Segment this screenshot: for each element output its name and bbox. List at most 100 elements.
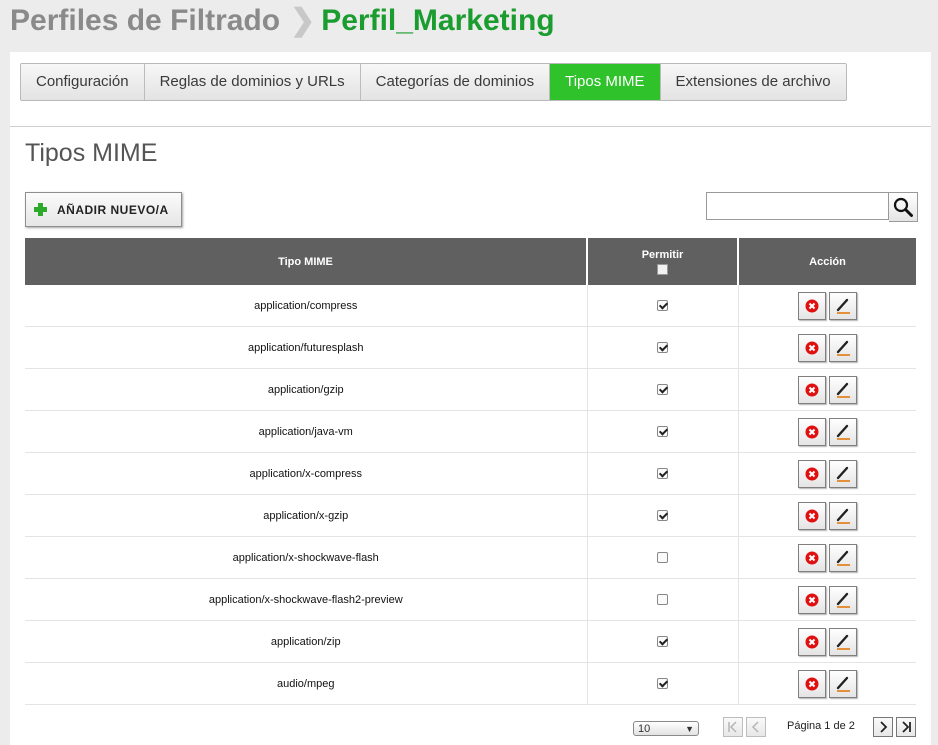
delete-icon [805,341,819,354]
edit-button[interactable] [828,627,857,656]
edit-icon [836,340,850,356]
mime-type-cell: application/x-shockwave-flash2-preview [25,578,588,621]
action-cell [738,662,916,705]
content-panel: Tipos MIME AÑADIR NUEVO/A Tipo MIME Perm… [10,127,931,745]
edit-icon [836,298,850,314]
delete-icon [805,425,819,438]
edit-button[interactable] [828,669,857,698]
edit-button[interactable] [828,417,857,446]
dropdown-arrow-icon: ▼ [685,724,694,734]
allow-checkbox[interactable] [657,636,668,648]
edit-icon [836,676,850,692]
tab-mime-types[interactable]: Tipos MIME [550,64,661,100]
allow-cell [587,452,739,495]
tab-domain-url-rules[interactable]: Reglas de dominios y URLs [145,64,361,100]
allow-checkbox[interactable] [657,300,668,312]
column-header-mime[interactable]: Tipo MIME [25,238,588,285]
edit-icon [836,424,850,440]
page-info: Página 1 de 2 [787,720,855,732]
page-size-value: 10 [638,723,651,735]
mime-type-cell: application/zip [25,620,588,663]
tab-configuracion[interactable]: Configuración [21,64,145,100]
action-cell [738,326,916,369]
allow-checkbox[interactable] [657,342,668,354]
column-header-action: Acción [738,238,916,285]
mime-type-cell: application/gzip [25,368,588,411]
allow-cell [587,494,739,537]
delete-button[interactable] [797,333,826,362]
mime-type-cell: application/x-gzip [25,494,588,537]
edit-button[interactable] [828,501,857,530]
prev-page-button[interactable] [746,717,766,737]
edit-button[interactable] [828,291,857,320]
table-row: audio/mpeg [25,662,916,705]
delete-button[interactable] [797,543,826,572]
action-cell [738,536,916,579]
edit-icon [836,508,850,524]
last-page-button[interactable] [896,717,916,737]
delete-button[interactable] [797,375,826,404]
delete-button[interactable] [797,291,826,320]
delete-icon [805,299,819,312]
mime-type-cell: application/x-compress [25,452,588,495]
page-size-select[interactable]: 10 ▼ [633,721,699,736]
table-row: application/compress [25,285,916,327]
allow-cell [587,368,739,411]
edit-button[interactable] [828,459,857,488]
table-row: application/x-gzip [25,494,916,537]
action-cell [738,494,916,537]
edit-button[interactable] [828,585,857,614]
delete-button[interactable] [797,627,826,656]
table-header-row: Tipo MIME Permitir Acción [25,238,916,285]
edit-icon [836,466,850,482]
allow-cell [587,662,739,705]
mime-type-cell: audio/mpeg [25,662,588,705]
delete-button[interactable] [797,501,826,530]
search-input[interactable] [706,192,889,220]
breadcrumb-current: Perfil_Marketing [321,4,555,37]
delete-icon [805,677,819,690]
tabs-bar: Configuración Reglas de dominios y URLs … [10,52,931,127]
allow-checkbox[interactable] [657,552,668,564]
column-header-allow-label: Permitir [641,248,684,261]
add-new-label: AÑADIR NUEVO/A [57,202,169,217]
search-box [706,192,918,222]
delete-icon [805,467,819,480]
delete-button[interactable] [797,459,826,488]
add-new-button[interactable]: AÑADIR NUEVO/A [25,192,182,227]
breadcrumb-separator-icon: ❯ [290,4,316,37]
edit-icon [836,592,850,608]
allow-checkbox[interactable] [657,426,668,438]
edit-button[interactable] [828,375,857,404]
section-title: Tipos MIME [25,139,158,167]
allow-checkbox[interactable] [657,384,668,396]
next-page-icon [880,721,888,733]
first-page-icon [728,721,737,733]
delete-button[interactable] [797,669,826,698]
first-page-button[interactable] [723,717,743,737]
edit-button[interactable] [828,333,857,362]
allow-cell [587,536,739,579]
delete-icon [805,551,819,564]
allow-checkbox[interactable] [657,678,668,690]
edit-button[interactable] [828,543,857,572]
mime-type-cell: application/futuresplash [25,326,588,369]
edit-icon [836,550,850,566]
next-page-button[interactable] [873,717,893,737]
delete-icon [805,509,819,522]
delete-button[interactable] [797,585,826,614]
allow-checkbox[interactable] [657,510,668,522]
select-all-checkbox[interactable] [657,263,668,275]
delete-icon [805,593,819,606]
allow-checkbox[interactable] [657,468,668,480]
table-row: application/x-shockwave-flash2-preview [25,578,916,621]
tab-file-extensions[interactable]: Extensiones de archivo [661,64,846,100]
tab-domain-categories[interactable]: Categorías de dominios [361,64,551,100]
search-button[interactable] [889,192,918,222]
table-row: application/zip [25,620,916,663]
delete-button[interactable] [797,417,826,446]
breadcrumb-section[interactable]: Perfiles de Filtrado [10,4,280,37]
action-cell [738,285,916,327]
allow-cell [587,326,739,369]
allow-checkbox[interactable] [657,594,668,606]
